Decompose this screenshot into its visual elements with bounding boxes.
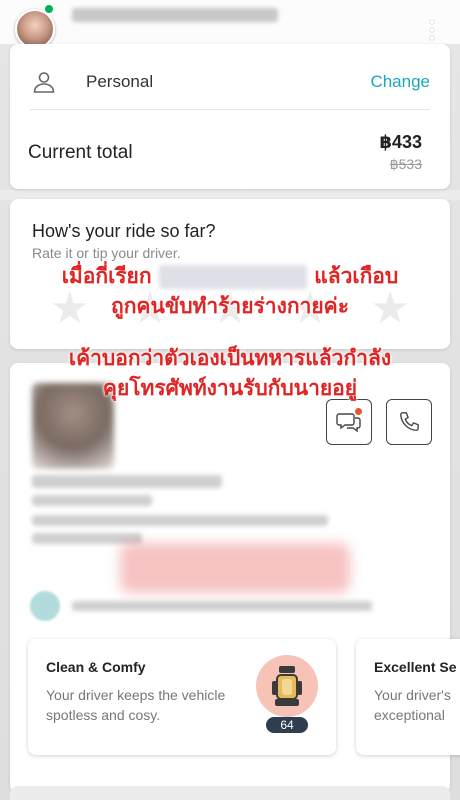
- original-price: ฿533: [389, 156, 422, 172]
- redacted-plate-number: [32, 533, 142, 544]
- compliment-description: Your driver's exceptional: [374, 687, 451, 723]
- overlay-caption-line-4: คุยโทรศัพท์งานรับกับนายอยู่: [102, 376, 358, 400]
- overlay-caption-line-1: เมื่อกี่เรียก แล้วเกือบ: [0, 260, 460, 293]
- car-seat-icon: [256, 655, 318, 717]
- overlay-caption-line-3: เค้าบอกว่าตัวเองเป็นทหารแล้วกำลัง: [68, 346, 392, 370]
- compliment-title: Excellent Se: [374, 659, 457, 675]
- compliment-description: Your driver keeps the vehicle spotless a…: [46, 687, 226, 723]
- driver-card: Clean & Comfy Your driver keeps the vehi…: [10, 363, 460, 793]
- overlay-caption-line-2: ถูกคนขับทำร้ายร่างกายค่ะ: [111, 294, 349, 318]
- rating-title: How's your ride so far?: [32, 221, 216, 241]
- driver-badge-icon: [30, 591, 60, 621]
- overlay-caption-suffix: แล้วเกือบ: [314, 264, 399, 288]
- total-row: Current total ฿433 ฿533: [28, 130, 422, 180]
- call-button[interactable]: [386, 399, 432, 445]
- compliment-card-excellent-service[interactable]: Excellent Se Your driver's exceptional: [356, 639, 460, 755]
- rating-subtitle: Rate it or tip your driver.: [32, 245, 181, 261]
- redacted-service-name: [158, 265, 307, 289]
- compliment-card-clean-comfy[interactable]: Clean & Comfy Your driver keeps the vehi…: [28, 639, 336, 755]
- person-icon: [33, 71, 55, 93]
- total-price: ฿433: [379, 132, 422, 152]
- next-card-edge: [10, 786, 450, 800]
- unread-dot: [355, 408, 362, 415]
- total-label: Current total: [28, 142, 133, 163]
- compliment-count: 64: [266, 717, 308, 733]
- redacted-vehicle-detail: [32, 515, 328, 526]
- redacted-booking-info: [72, 8, 278, 22]
- top-bar: [0, 0, 460, 49]
- compliment-title: Clean & Comfy: [46, 659, 146, 675]
- payment-method-label: Personal: [86, 71, 154, 91]
- verified-check-icon: [43, 3, 55, 15]
- redacted-driver-name: [32, 475, 222, 488]
- redacted-driver-note: [72, 601, 372, 611]
- avatar[interactable]: [15, 9, 55, 49]
- payment-card: Personal Change Current total ฿433 ฿533: [10, 44, 450, 189]
- redacted-vehicle-info: [32, 495, 152, 506]
- blurred-watermark: [120, 543, 350, 593]
- payment-method-row: Personal Change: [30, 54, 430, 110]
- overlay-caption-prefix: เมื่อกี่เรียก: [61, 264, 152, 288]
- phone-icon: [400, 412, 419, 431]
- kebab-menu-icon[interactable]: [430, 20, 434, 40]
- change-payment-link[interactable]: Change: [370, 72, 430, 92]
- chat-button[interactable]: [326, 399, 372, 445]
